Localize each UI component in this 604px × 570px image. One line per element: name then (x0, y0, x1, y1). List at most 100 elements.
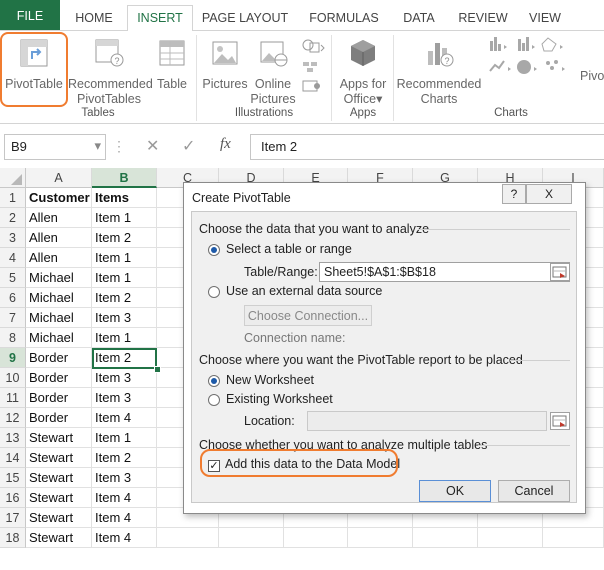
row-header[interactable]: 17 (0, 508, 26, 528)
empty-cell[interactable] (219, 528, 284, 548)
tab-review[interactable]: REVIEW (454, 6, 512, 30)
table-cell[interactable]: Stewart (26, 468, 92, 488)
confirm-entry-icon[interactable]: ✓ (182, 136, 195, 156)
table-cell[interactable]: Item 2 (92, 288, 157, 308)
table-cell[interactable]: Stewart (26, 508, 92, 528)
table-cell[interactable]: Item 3 (92, 468, 157, 488)
insert-function-icon[interactable]: fx (220, 136, 231, 153)
row-header[interactable]: 5 (0, 268, 26, 288)
range-selector-button[interactable] (550, 263, 570, 281)
table-cell[interactable]: Item 4 (92, 408, 157, 428)
fill-handle[interactable] (154, 366, 161, 373)
row-header[interactable]: 11 (0, 388, 26, 408)
tab-home[interactable]: HOME (64, 6, 124, 30)
table-cell[interactable]: Item 4 (92, 528, 157, 548)
table-cell[interactable]: Michael (26, 288, 92, 308)
table-cell[interactable]: Item 3 (92, 308, 157, 328)
new-worksheet-radio[interactable] (208, 375, 220, 387)
shapes-smartart-screenshot-icons[interactable] (300, 37, 326, 97)
table-cell[interactable]: Item 1 (92, 268, 157, 288)
table-cell[interactable]: Allen (26, 248, 92, 268)
row-header[interactable]: 8 (0, 328, 26, 348)
cancel-button[interactable]: Cancel (498, 480, 570, 502)
tab-file[interactable]: FILE (0, 0, 60, 30)
row-header[interactable]: 2 (0, 208, 26, 228)
table-cell[interactable]: Items (92, 188, 157, 208)
row-header[interactable]: 10 (0, 368, 26, 388)
table-cell[interactable]: Item 1 (92, 328, 157, 348)
ok-button[interactable]: OK (419, 480, 491, 502)
empty-cell[interactable] (348, 528, 413, 548)
table-cell[interactable]: Stewart (26, 448, 92, 468)
table-cell[interactable]: Item 2 (92, 448, 157, 468)
external-source-radio[interactable] (208, 286, 220, 298)
table-cell[interactable]: Item 3 (92, 388, 157, 408)
row-header[interactable]: 6 (0, 288, 26, 308)
select-range-radio[interactable] (208, 244, 220, 256)
select-all-corner[interactable] (0, 168, 26, 188)
recommended-charts-button[interactable]: ? Recommended Charts (396, 37, 482, 107)
table-cell[interactable]: Border (26, 388, 92, 408)
formula-input[interactable]: Item 2 (250, 134, 604, 160)
table-cell[interactable]: Item 1 (92, 248, 157, 268)
pictures-button[interactable]: Pictures (201, 37, 249, 92)
empty-cell[interactable] (478, 528, 543, 548)
table-cell[interactable]: Customer (26, 188, 92, 208)
select-range-label[interactable]: Select a table or range (226, 242, 352, 256)
table-cell[interactable]: Stewart (26, 488, 92, 508)
table-cell[interactable]: Item 1 (92, 428, 157, 448)
table-cell[interactable]: Item 4 (92, 488, 157, 508)
row-header[interactable]: 14 (0, 448, 26, 468)
row-header[interactable]: 12 (0, 408, 26, 428)
empty-cell[interactable] (157, 528, 219, 548)
existing-worksheet-label[interactable]: Existing Worksheet (226, 392, 333, 406)
cancel-entry-icon[interactable]: ✕ (146, 136, 159, 156)
row-header[interactable]: 16 (0, 488, 26, 508)
column-header-a[interactable]: A (26, 168, 92, 188)
row-header[interactable]: 7 (0, 308, 26, 328)
recommended-pivottables-button[interactable]: ? Recommended PivotTables (68, 37, 153, 107)
row-header[interactable]: 18 (0, 528, 26, 548)
row-header[interactable]: 3 (0, 228, 26, 248)
column-header-b[interactable]: B (92, 168, 157, 188)
table-cell[interactable]: Michael (26, 268, 92, 288)
table-cell[interactable]: Border (26, 348, 92, 368)
table-cell[interactable]: Allen (26, 208, 92, 228)
name-box[interactable]: B9 ▾ (4, 134, 106, 160)
existing-worksheet-radio[interactable] (208, 394, 220, 406)
row-header[interactable]: 1 (0, 188, 26, 208)
table-range-input[interactable]: Sheet5!$A$1:$B$18 (319, 262, 570, 282)
choose-connection-button[interactable]: Choose Connection... (244, 305, 372, 326)
table-cell[interactable]: Stewart (26, 528, 92, 548)
location-selector-button[interactable] (550, 412, 570, 430)
table-cell[interactable]: Border (26, 408, 92, 428)
empty-cell[interactable] (284, 528, 348, 548)
table-cell[interactable]: Item 1 (92, 208, 157, 228)
row-header[interactable]: 15 (0, 468, 26, 488)
tab-page-layout[interactable]: PAGE LAYOUT (196, 6, 294, 30)
table-cell[interactable]: Border (26, 368, 92, 388)
row-header[interactable]: 4 (0, 248, 26, 268)
table-cell[interactable]: Allen (26, 228, 92, 248)
row-header[interactable]: 13 (0, 428, 26, 448)
table-cell[interactable]: Item 4 (92, 508, 157, 528)
external-source-label[interactable]: Use an external data source (226, 284, 382, 298)
online-pictures-button[interactable]: Online Pictures (250, 37, 296, 107)
chart-type-icons[interactable] (486, 35, 582, 103)
tab-insert[interactable]: INSERT (127, 5, 193, 32)
empty-cell[interactable] (543, 528, 604, 548)
table-cell[interactable]: Michael (26, 308, 92, 328)
new-worksheet-label[interactable]: New Worksheet (226, 373, 314, 387)
table-cell[interactable]: Stewart (26, 428, 92, 448)
tab-view[interactable]: VIEW (523, 6, 567, 30)
pivotchart-button[interactable]: Pivo (580, 69, 604, 84)
apps-for-office-button[interactable]: Apps for Office▾ (336, 37, 390, 107)
tab-formulas[interactable]: FORMULAS (304, 6, 384, 30)
help-button[interactable]: ? (502, 184, 526, 204)
table-cell[interactable]: Item 2 (92, 228, 157, 248)
location-input[interactable] (307, 411, 547, 431)
table-cell[interactable]: Michael (26, 328, 92, 348)
row-header[interactable]: 9 (0, 348, 26, 368)
table-cell[interactable]: Item 3 (92, 368, 157, 388)
close-button[interactable]: X (526, 184, 572, 204)
